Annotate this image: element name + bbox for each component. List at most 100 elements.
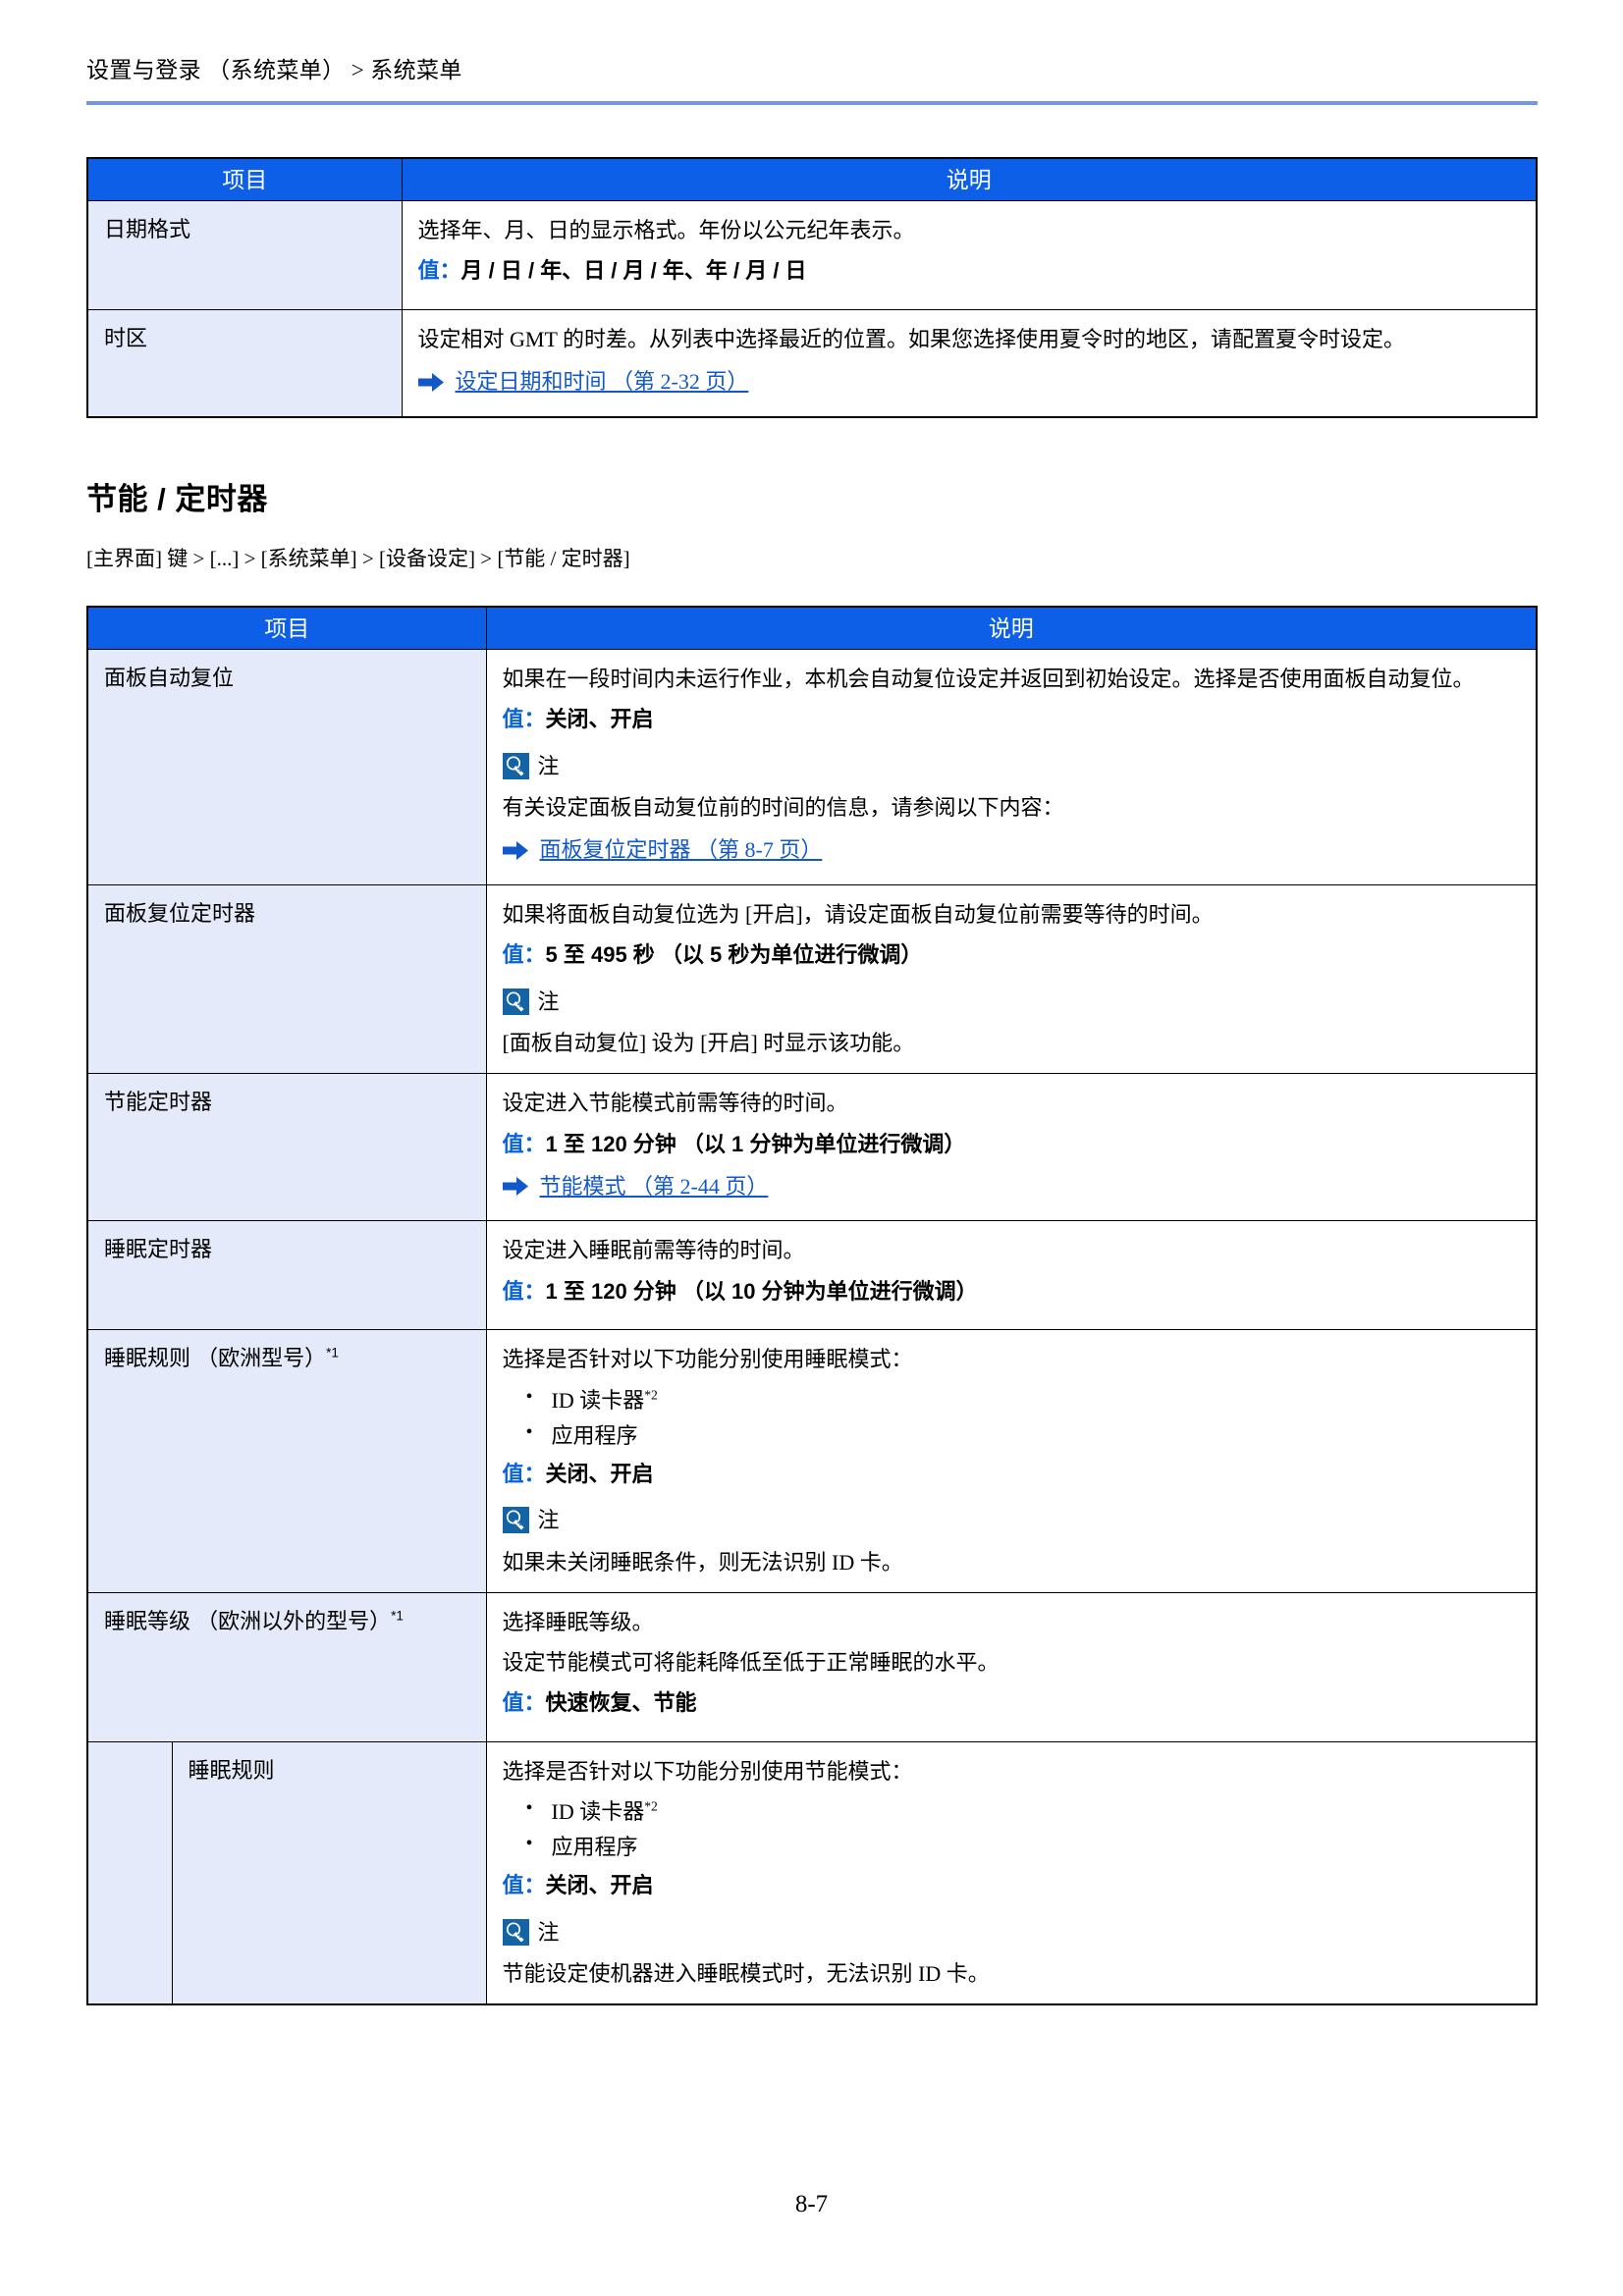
value-line: 值：快速恢复、节能 [503,1686,1521,1719]
cross-reference[interactable]: 设定日期和时间 （第 2-32 页） [417,365,1521,398]
value-options: 1 至 120 分钟 （以 1 分钟为单位进行微调） [545,1131,966,1156]
row-description-cell: 如果将面板自动复位选为 [开启]，请设定面板自动复位前需要等待的时间。 值：5 … [485,883,1538,1075]
row-item-cell: 面板复位定时器 [86,883,487,1075]
note-heading: 注 [502,1916,1521,1949]
table-date-time: 项目 说明 日期格式 选择年、月、日的显示格式。年份以公元纪年表示。 值：月 /… [86,157,1538,418]
description-text: 设定节能模式可将能耗降低至低于正常睡眠的水平。 [502,1650,1000,1675]
note-label: 注 [537,988,560,1014]
footnote-marker: *1 [391,1608,405,1624]
value-options: 关闭、开启 [545,707,654,732]
cross-reference[interactable]: 面板复位定时器 （第 8-7 页） [502,833,1521,866]
value-options: 关闭、开启 [545,1873,654,1898]
table-row: 日期格式 选择年、月、日的显示格式。年份以公元纪年表示。 值：月 / 日 / 年… [86,200,1538,310]
row-indent-cell [86,1740,173,2005]
document-page: 设置与登录 （系统菜单） > 系统菜单 项目 说明 日期格式 选择年、月、日的显… [0,0,1623,2296]
row-description-cell: 选择睡眠等级。 设定节能模式可将能耗降低至低于正常睡眠的水平。 值：快速恢复、节… [485,1591,1538,1742]
list-item-text: 应用程序 [551,1422,638,1448]
footnote-marker: *2 [644,1798,658,1814]
value-key: 值： [502,1873,546,1898]
description-text: 如果在一段时间内未运行作业，本机会自动复位设定并返回到初始设定。选择是否使用面板… [502,667,1475,691]
table-row: 面板自动复位 如果在一段时间内未运行作业，本机会自动复位设定并返回到初始设定。选… [86,649,1538,885]
row-item-cell: 睡眠规则 （欧洲型号）*1 [86,1329,487,1593]
value-line: 值：月 / 日 / 年、日 / 月 / 年、年 / 月 / 日 [418,254,1521,287]
value-key: 值： [417,258,461,284]
table-row: 睡眠定时器 设定进入睡眠前需等待的时间。 值：1 至 120 分钟 （以 10 … [86,1220,1538,1331]
item-label: 面板复位定时器 [104,900,256,926]
table-row: 睡眠等级 （欧洲以外的型号）*1 选择睡眠等级。 设定节能模式可将能耗降低至低于… [86,1591,1538,1742]
value-options: 月 / 日 / 年、日 / 月 / 年、年 / 月 / 日 [460,258,807,284]
value-options: 快速恢复、节能 [545,1690,697,1716]
table-row: 睡眠规则 （欧洲型号）*1 选择是否针对以下功能分别使用睡眠模式： ID 读卡器… [86,1329,1538,1593]
list-item-text: ID 读卡器 [551,1387,645,1413]
value-line: 值：1 至 120 分钟 （以 1 分钟为单位进行微调） [503,1128,1521,1160]
value-line: 值：1 至 120 分钟 （以 10 分钟为单位进行微调） [503,1275,1521,1308]
note-text: 节能设定使机器进入睡眠模式时，无法识别 ID 卡。 [502,1961,990,1987]
row-description-cell: 如果在一段时间内未运行作业，本机会自动复位设定并返回到初始设定。选择是否使用面板… [485,649,1538,885]
item-label-text: 睡眠等级 （欧洲以外的型号） [104,1608,392,1633]
note-heading: 注 [502,1504,1521,1536]
note-lightbulb-icon [502,988,529,1015]
row-item-cell: 节能定时器 [86,1073,487,1222]
value-line: 值：关闭、开启 [503,703,1521,735]
value-options: 1 至 120 分钟 （以 10 分钟为单位进行微调） [545,1278,978,1304]
list-item: ID 读卡器*2 [526,1793,1521,1828]
value-key: 值： [502,942,546,968]
item-label: 睡眠规则 （欧洲型号）*1 [88,1330,486,1388]
note-label: 注 [537,1919,560,1945]
note-lightbulb-icon [502,753,529,780]
column-header-description: 说明 [401,157,1538,201]
table-row: 时区 设定相对 GMT 的时差。从列表中选择最近的位置。如果您选择使用夏令时的地… [86,308,1538,418]
list-item-text: 应用程序 [551,1835,638,1860]
cross-reference-link[interactable]: 节能模式 （第 2-44 页） [540,1170,769,1202]
row-item-cell: 睡眠定时器 [86,1220,487,1331]
value-line: 值：关闭、开启 [503,1869,1521,1901]
bullet-list: ID 读卡器*2 应用程序 [503,1382,1521,1452]
note-text: 有关设定面板自动复位前的时间的信息，请参阅以下内容： [502,795,1064,821]
row-item-cell: 时区 [86,308,403,418]
subitem-label: 睡眠规则 [188,1757,275,1783]
note-lightbulb-icon [502,1507,529,1534]
footnote-marker: *1 [326,1345,340,1361]
section-title: 节能 / 定时器 [86,482,268,516]
description-text: 设定进入睡眠前需等待的时间。 [502,1238,805,1263]
row-item-cell: 日期格式 [86,200,403,310]
arrow-right-icon [502,840,528,860]
description-text: 选择是否针对以下功能分别使用睡眠模式： [502,1347,913,1372]
column-header-item: 项目 [86,606,487,650]
table-row: 节能定时器 设定进入节能模式前需等待的时间。 值：1 至 120 分钟 （以 1… [86,1073,1538,1222]
row-description-cell: 选择是否针对以下功能分别使用睡眠模式： ID 读卡器*2 应用程序 值：关闭、开… [485,1329,1538,1593]
item-label: 睡眠等级 （欧洲以外的型号）*1 [88,1593,486,1651]
item-label: 节能定时器 [104,1090,213,1115]
bullet-list: ID 读卡器*2 应用程序 [503,1793,1521,1863]
list-item: ID 读卡器*2 [526,1382,1521,1416]
note-text: [面板自动复位] 设为 [开启] 时显示该功能。 [502,1031,915,1056]
description-text: 如果将面板自动复位选为 [开启]，请设定面板自动复位前需要等待的时间。 [502,901,1214,927]
list-item: 应用程序 [526,1829,1521,1863]
table-header-row: 项目 说明 [86,606,1538,650]
column-header-item: 项目 [86,157,403,201]
cross-reference[interactable]: 节能模式 （第 2-44 页） [502,1170,1521,1202]
row-item-cell: 睡眠等级 （欧洲以外的型号）*1 [86,1591,487,1742]
value-line: 值：5 至 495 秒 （以 5 秒为单位进行微调） [503,938,1521,971]
description-text: 设定进入节能模式前需等待的时间。 [502,1091,848,1116]
table-row: 面板复位定时器 如果将面板自动复位选为 [开启]，请设定面板自动复位前需要等待的… [86,883,1538,1075]
row-description-cell: 设定相对 GMT 的时差。从列表中选择最近的位置。如果您选择使用夏令时的地区，请… [401,308,1538,418]
cross-reference-link[interactable]: 面板复位定时器 （第 8-7 页） [540,833,823,866]
value-key: 值： [502,1690,546,1716]
value-key: 值： [502,1278,546,1304]
footnote-marker: *2 [644,1387,658,1403]
row-description-cell: 选择年、月、日的显示格式。年份以公元纪年表示。 值：月 / 日 / 年、日 / … [401,200,1538,310]
breadcrumb: 设置与登录 （系统菜单） > 系统菜单 [86,58,462,82]
value-options: 5 至 495 秒 （以 5 秒为单位进行微调） [545,942,923,968]
note-text: 如果未关闭睡眠条件，则无法识别 ID 卡。 [502,1549,903,1575]
note-heading: 注 [502,986,1521,1018]
cross-reference-link[interactable]: 设定日期和时间 （第 2-32 页） [456,365,749,398]
row-description-cell: 选择是否针对以下功能分别使用节能模式： ID 读卡器*2 应用程序 值：关闭、开… [485,1740,1538,2005]
header-rule [86,101,1538,105]
note-label: 注 [537,753,560,778]
item-label: 时区 [104,325,148,350]
row-item-cell: 面板自动复位 [86,649,487,885]
note-heading: 注 [502,750,1521,782]
note-label: 注 [537,1508,560,1533]
row-description-cell: 设定进入节能模式前需等待的时间。 值：1 至 120 分钟 （以 1 分钟为单位… [485,1073,1538,1222]
